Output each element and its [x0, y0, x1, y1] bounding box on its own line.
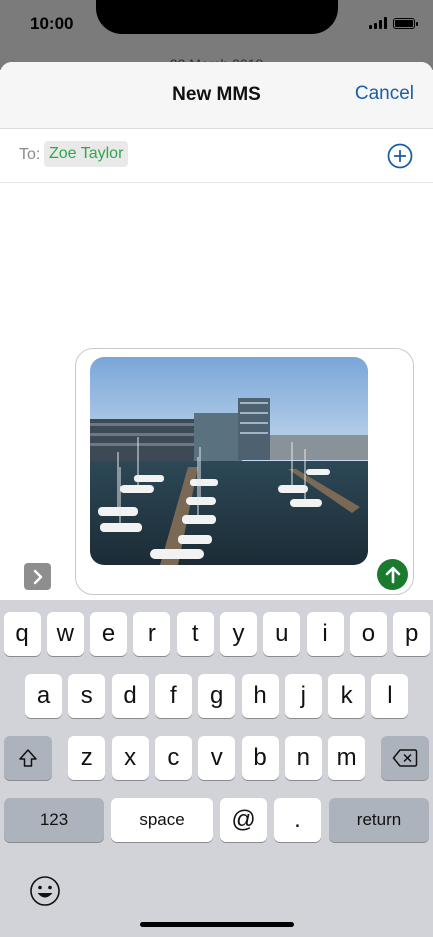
key-e[interactable]: e	[90, 612, 128, 656]
signal-icon	[369, 17, 387, 29]
key-q[interactable]: q	[3, 612, 41, 656]
key-r[interactable]: r	[133, 612, 171, 656]
shift-icon	[19, 749, 37, 767]
status-icons	[369, 17, 418, 29]
space-key[interactable]: space	[111, 798, 213, 842]
navigation-bar: New MMS Cancel	[0, 62, 433, 129]
key-n[interactable]: n	[284, 736, 322, 780]
key-a[interactable]: a	[25, 674, 62, 718]
key-t[interactable]: t	[176, 612, 214, 656]
send-button[interactable]	[377, 559, 408, 590]
backspace-icon	[392, 749, 418, 767]
cancel-button[interactable]: Cancel	[355, 83, 414, 105]
key-x[interactable]: x	[111, 736, 149, 780]
key-f[interactable]: f	[154, 674, 192, 718]
key-o[interactable]: o	[349, 612, 387, 656]
keyboard: 123 space @ . return qwertyuiop asdfghjkl…	[0, 600, 433, 937]
key-s[interactable]: s	[68, 674, 106, 718]
attached-photo[interactable]	[90, 357, 368, 565]
key-g[interactable]: g	[198, 674, 236, 718]
chevron-right-icon[interactable]	[24, 563, 51, 590]
notch	[96, 0, 338, 34]
emoji-icon[interactable]	[29, 875, 61, 907]
status-time: 10:00	[30, 14, 74, 33]
key-y[interactable]: y	[220, 612, 257, 656]
recipient-row[interactable]: To: Zoe Taylor	[0, 129, 433, 183]
key-p[interactable]: p	[393, 612, 431, 656]
key-j[interactable]: j	[284, 674, 322, 718]
key-i[interactable]: i	[306, 612, 344, 656]
return-key[interactable]: return	[329, 798, 429, 842]
key-d[interactable]: d	[111, 674, 149, 718]
recipient-chip[interactable]: Zoe Taylor	[44, 141, 129, 167]
key-m[interactable]: m	[328, 736, 366, 780]
key-u[interactable]: u	[263, 612, 301, 656]
key-z[interactable]: z	[68, 736, 106, 780]
key-h[interactable]: h	[241, 674, 279, 718]
message-input[interactable]	[75, 348, 414, 595]
to-label: To:	[19, 146, 41, 163]
plus-circle-icon[interactable]	[387, 143, 413, 169]
key-l[interactable]: l	[371, 674, 409, 718]
numbers-key[interactable]: 123	[4, 798, 104, 842]
delete-key[interactable]	[381, 736, 429, 780]
key-k[interactable]: k	[328, 674, 366, 718]
key-v[interactable]: v	[198, 736, 236, 780]
key-b[interactable]: b	[241, 736, 279, 780]
status-bar: 10:00 22 March 2018	[0, 0, 433, 72]
battery-icon	[393, 17, 418, 29]
key-c[interactable]: c	[154, 736, 192, 780]
at-key[interactable]: @	[220, 798, 267, 842]
arrow-up-icon	[385, 566, 400, 583]
key-w[interactable]: w	[46, 612, 84, 656]
dot-key[interactable]: .	[274, 798, 321, 842]
shift-key[interactable]	[4, 736, 52, 780]
home-indicator	[140, 922, 294, 927]
